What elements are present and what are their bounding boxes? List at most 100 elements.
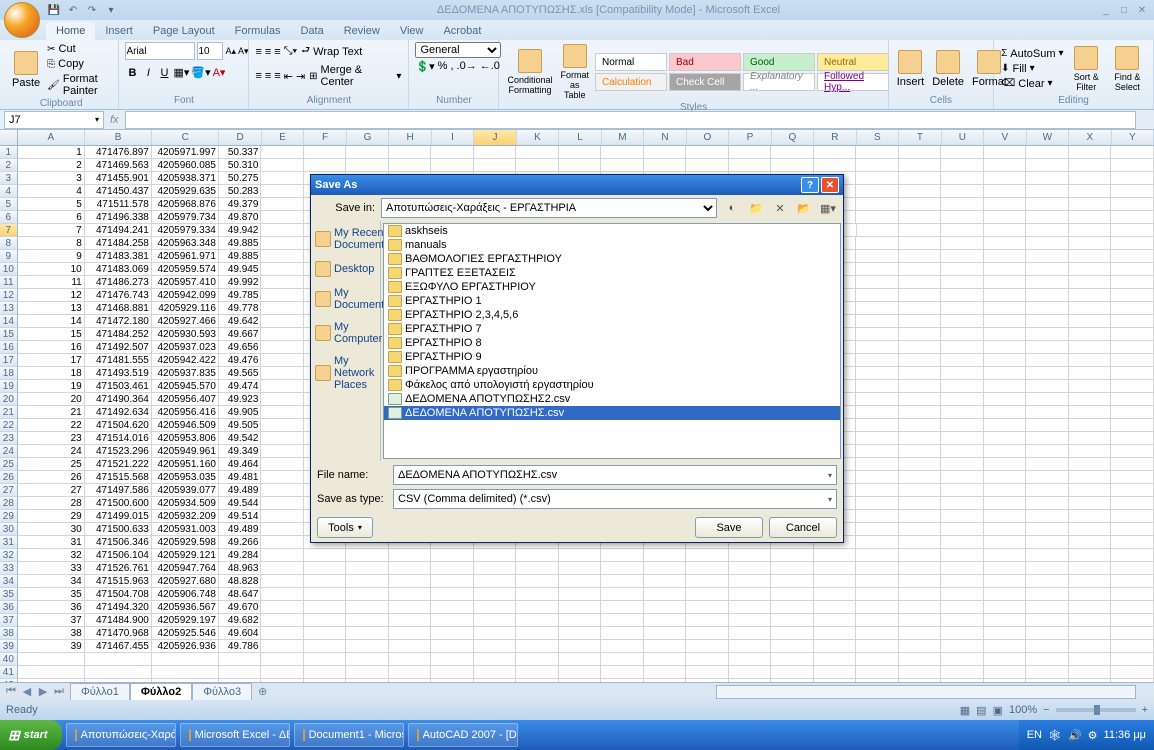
cell[interactable] [856, 289, 899, 302]
cell[interactable]: 8 [18, 237, 85, 250]
zoom-level[interactable]: 100% [1009, 704, 1037, 716]
cell[interactable] [856, 341, 899, 354]
cell[interactable] [152, 679, 219, 682]
cell[interactable] [516, 159, 559, 172]
cell[interactable] [984, 185, 1027, 198]
cell[interactable]: 471511.578 [85, 198, 152, 211]
cell[interactable] [474, 666, 517, 679]
cancel-button[interactable]: Cancel [769, 517, 837, 538]
cell[interactable] [1069, 198, 1112, 211]
cell[interactable] [1026, 471, 1069, 484]
cell[interactable] [1026, 458, 1069, 471]
cell[interactable] [261, 419, 304, 432]
cell[interactable]: 49.349 [219, 445, 262, 458]
cell[interactable] [1026, 679, 1069, 682]
column-header[interactable]: U [942, 130, 984, 145]
cell[interactable]: 471503.461 [85, 380, 152, 393]
cell[interactable] [941, 250, 984, 263]
cell[interactable] [899, 367, 942, 380]
cell[interactable] [261, 328, 304, 341]
cell[interactable] [1026, 185, 1069, 198]
cell[interactable] [346, 614, 389, 627]
cell[interactable]: 49.379 [219, 198, 262, 211]
cell[interactable] [899, 315, 942, 328]
comma-icon[interactable]: , [450, 60, 453, 73]
cell[interactable] [516, 640, 559, 653]
cell[interactable] [1069, 484, 1112, 497]
cell[interactable]: 15 [18, 328, 85, 341]
cell[interactable]: 49.505 [219, 419, 262, 432]
cell[interactable] [941, 575, 984, 588]
cell[interactable]: 471494.241 [85, 224, 152, 237]
cell[interactable] [856, 419, 899, 432]
cell[interactable] [941, 536, 984, 549]
autosum-button[interactable]: Σ AutoSum ▾ [1000, 47, 1064, 61]
style-good[interactable]: Good [743, 53, 815, 71]
row-header[interactable]: 15 [0, 328, 18, 341]
cell[interactable] [984, 315, 1027, 328]
cell[interactable] [389, 614, 432, 627]
cell[interactable] [1026, 380, 1069, 393]
cell[interactable]: 471496.338 [85, 211, 152, 224]
cell[interactable] [856, 614, 899, 627]
cell[interactable] [1111, 484, 1154, 497]
cell[interactable] [261, 614, 304, 627]
cell[interactable] [261, 263, 304, 276]
sheet-tab[interactable]: Φύλλο3 [192, 683, 252, 700]
cell[interactable] [941, 497, 984, 510]
cell[interactable] [1069, 276, 1112, 289]
cell[interactable] [771, 666, 814, 679]
cell[interactable] [1026, 562, 1069, 575]
cell[interactable] [474, 146, 517, 159]
cell[interactable] [346, 640, 389, 653]
cell[interactable] [984, 224, 1026, 237]
cell[interactable] [856, 562, 899, 575]
cell[interactable] [984, 627, 1027, 640]
cell[interactable]: 4205968.876 [152, 198, 219, 211]
cell[interactable] [559, 666, 602, 679]
copy-button[interactable]: ⎘ Copy [46, 57, 112, 71]
cell[interactable]: 4205961.971 [152, 250, 219, 263]
cell[interactable]: 25 [18, 458, 85, 471]
cell[interactable] [984, 289, 1027, 302]
cell[interactable] [899, 575, 942, 588]
cell[interactable] [1069, 172, 1112, 185]
cell[interactable] [729, 653, 772, 666]
increase-font-icon[interactable]: A▴ [225, 46, 236, 57]
cell[interactable] [1069, 445, 1112, 458]
cell[interactable] [771, 146, 814, 159]
cell[interactable] [856, 406, 899, 419]
cell[interactable] [1111, 562, 1154, 575]
cell[interactable] [899, 237, 942, 250]
cell[interactable] [729, 679, 772, 682]
cell[interactable] [686, 627, 729, 640]
cell[interactable] [1026, 354, 1069, 367]
cell[interactable] [857, 224, 899, 237]
cell[interactable] [431, 146, 474, 159]
cell[interactable]: 471504.620 [85, 419, 152, 432]
cell[interactable] [559, 653, 602, 666]
cell[interactable] [1069, 653, 1112, 666]
row-header[interactable]: 30 [0, 523, 18, 536]
merge-center-button[interactable]: ⊞ Merge & Center ▾ [308, 63, 402, 89]
cell[interactable] [814, 614, 857, 627]
cell[interactable] [686, 562, 729, 575]
column-header[interactable]: Y [1112, 130, 1154, 145]
cell[interactable] [601, 588, 644, 601]
cell[interactable] [1026, 406, 1069, 419]
cell[interactable] [261, 211, 304, 224]
row-header[interactable]: 32 [0, 549, 18, 562]
row-header[interactable]: 11 [0, 276, 18, 289]
cell[interactable] [941, 640, 984, 653]
cell[interactable] [601, 601, 644, 614]
cell[interactable] [899, 419, 942, 432]
cell[interactable] [1026, 172, 1069, 185]
cell[interactable] [729, 601, 772, 614]
cell[interactable] [474, 640, 517, 653]
cell[interactable] [856, 159, 899, 172]
cell[interactable] [559, 588, 602, 601]
cell[interactable] [771, 588, 814, 601]
cell[interactable] [474, 614, 517, 627]
cell[interactable]: 471500.633 [85, 523, 152, 536]
cell[interactable] [559, 614, 602, 627]
